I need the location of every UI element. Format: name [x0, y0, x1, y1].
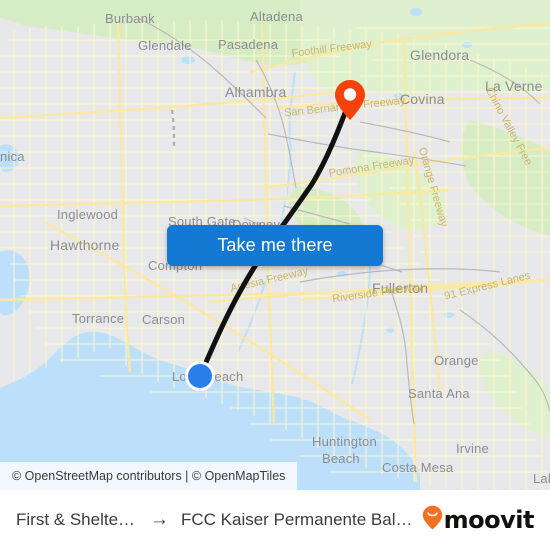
- footer-origin-label[interactable]: First & Shelter ...: [16, 510, 138, 530]
- attribution-text[interactable]: © OpenStreetMap contributors | © OpenMap…: [12, 469, 285, 483]
- moovit-pin-icon: [422, 505, 443, 535]
- moovit-logo[interactable]: moovit: [422, 505, 535, 535]
- trip-footer: First & Shelter ... → FCC Kaiser Permane…: [0, 490, 550, 550]
- map-canvas[interactable]: Burbank Altadena Glendale Pasadena Glendora A…: [0, 0, 550, 490]
- footer-destination-label[interactable]: FCC Kaiser Permanente Baldwin ...: [181, 510, 414, 530]
- moovit-map-screen: Burbank Altadena Glendale Pasadena Glendora A…: [0, 0, 550, 550]
- destination-marker[interactable]: [334, 79, 366, 121]
- moovit-wordmark: moovit: [443, 506, 535, 534]
- take-me-there-button[interactable]: Take me there: [167, 225, 383, 266]
- arrow-right-icon: →: [150, 509, 169, 530]
- map-attribution: © OpenStreetMap contributors | © OpenMap…: [0, 462, 298, 490]
- origin-marker[interactable]: [188, 364, 212, 388]
